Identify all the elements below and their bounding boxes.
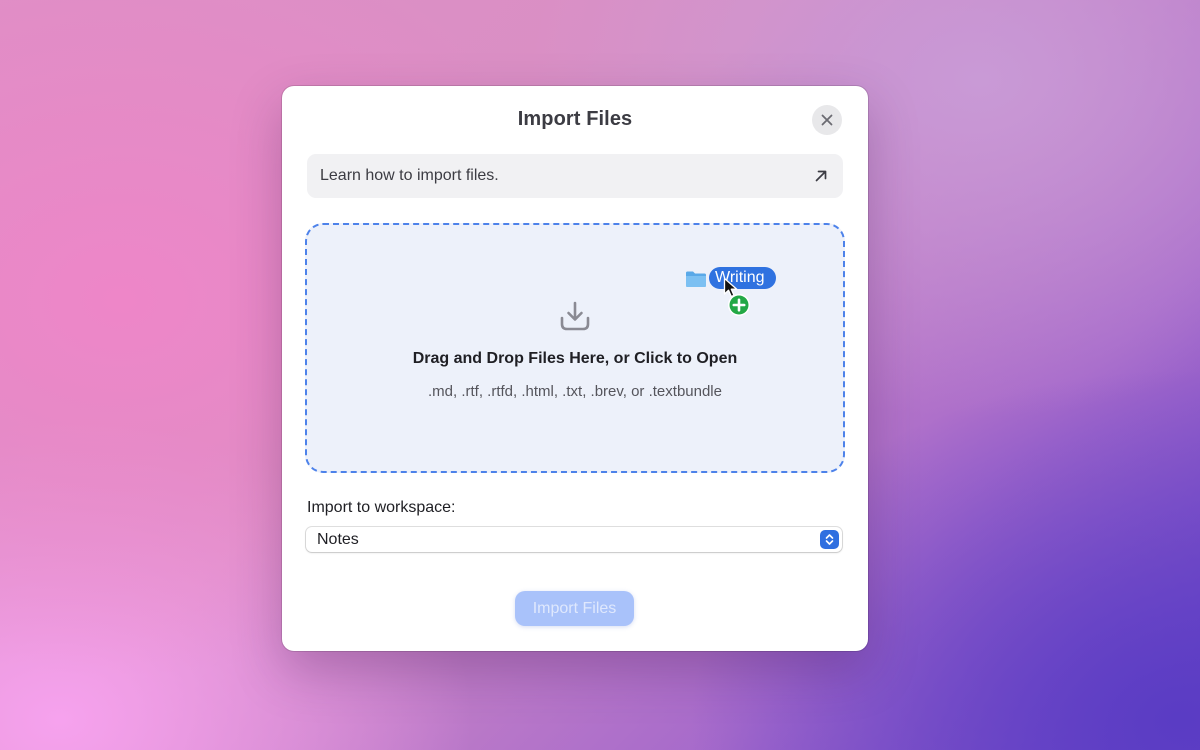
close-icon	[821, 114, 833, 126]
download-tray-icon	[557, 298, 593, 334]
import-files-button[interactable]: Import Files	[515, 591, 634, 626]
chevron-up-down-icon	[820, 530, 839, 549]
dragged-item: Writing	[685, 265, 805, 335]
workspace-select[interactable]: Notes	[306, 527, 842, 552]
drop-zone-instruction: Drag and Drop Files Here, or Click to Op…	[307, 350, 843, 368]
arrow-up-right-icon	[813, 168, 829, 184]
close-button[interactable]	[812, 105, 842, 135]
dragged-item-label: Writing	[709, 267, 776, 289]
learn-link-label: Learn how to import files.	[320, 167, 499, 185]
import-files-dialog: Import Files Learn how to import files. …	[282, 86, 868, 651]
file-drop-zone[interactable]: Drag and Drop Files Here, or Click to Op…	[305, 223, 845, 473]
add-badge-icon	[727, 293, 751, 317]
folder-icon	[685, 270, 707, 288]
dialog-title: Import Files	[282, 108, 868, 131]
supported-formats-text: .md, .rtf, .rtfd, .html, .txt, .brev, or…	[307, 383, 843, 400]
learn-how-to-import-link[interactable]: Learn how to import files.	[307, 154, 843, 198]
workspace-label: Import to workspace:	[307, 499, 456, 517]
workspace-select-value: Notes	[317, 531, 359, 549]
